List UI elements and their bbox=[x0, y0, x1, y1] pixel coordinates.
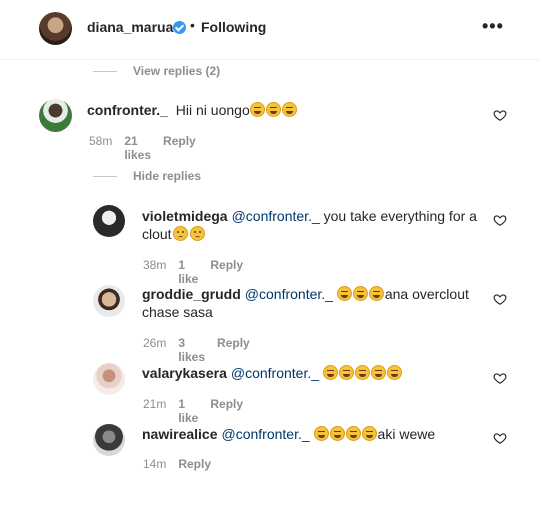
reply-text: nawirealice @confronter._ aki wewe bbox=[142, 425, 487, 443]
mention-link[interactable]: @confronter._ bbox=[232, 208, 320, 224]
avatar[interactable] bbox=[93, 285, 125, 317]
more-options-icon[interactable]: ••• bbox=[482, 16, 504, 37]
reply-time[interactable]: 21m bbox=[143, 397, 166, 425]
laughing-emoji-icon bbox=[346, 426, 362, 441]
view-replies-label: View replies (2) bbox=[133, 64, 221, 78]
reply-likes[interactable]: 1 like bbox=[178, 397, 198, 425]
reply-likes[interactable]: 3 likes bbox=[178, 336, 205, 364]
heart-icon[interactable] bbox=[493, 213, 507, 227]
reply-likes[interactable]: 1 like bbox=[178, 258, 198, 286]
laughing-emoji-icon bbox=[337, 286, 353, 301]
hide-replies-button[interactable]: Hide replies bbox=[93, 169, 201, 183]
mention-link[interactable]: @confronter._ bbox=[231, 365, 319, 381]
avatar[interactable] bbox=[93, 424, 125, 456]
view-replies-button[interactable]: View replies (2) bbox=[93, 64, 220, 78]
verified-badge-icon bbox=[173, 21, 186, 34]
reply-body: aki wewe bbox=[377, 426, 436, 442]
comment-username[interactable]: confronter._ bbox=[87, 102, 168, 118]
mention-link[interactable]: @confronter._ bbox=[245, 286, 333, 302]
heart-icon[interactable] bbox=[493, 292, 507, 306]
divider-line bbox=[93, 70, 117, 72]
heart-icon[interactable] bbox=[493, 431, 507, 445]
laughing-emoji-icon bbox=[369, 286, 385, 301]
reply-text: groddie_grudd @confronter._ ana overclout… bbox=[142, 285, 487, 321]
laughing-emoji-icon bbox=[355, 365, 371, 380]
laughing-emoji-icon bbox=[250, 102, 266, 117]
avatar[interactable] bbox=[93, 363, 125, 395]
laughing-emoji-icon bbox=[371, 365, 387, 380]
reply-text: violetmidega @confronter._ you take every… bbox=[142, 207, 482, 243]
reply-username[interactable]: violetmidega bbox=[142, 208, 228, 224]
reply-meta: 38m 1 like Reply bbox=[143, 258, 243, 286]
reply-text: valarykasera @confronter._ bbox=[142, 364, 487, 382]
laughing-emoji-icon bbox=[339, 365, 355, 380]
reply-button[interactable]: Reply bbox=[163, 134, 196, 162]
following-button[interactable]: Following bbox=[201, 19, 266, 35]
comment-body: Hii ni uongo bbox=[175, 102, 250, 118]
comment-text: confronter._ Hii ni uongo bbox=[87, 101, 467, 119]
reply-username[interactable]: nawirealice bbox=[142, 426, 218, 442]
avatar[interactable] bbox=[39, 99, 72, 132]
reply-meta: 14m Reply bbox=[143, 457, 211, 471]
header-username[interactable]: diana_marua bbox=[87, 19, 173, 35]
laughing-emoji-icon bbox=[282, 102, 298, 117]
sad-emoji-icon bbox=[172, 226, 188, 241]
post-header: diana_marua • Following ••• bbox=[0, 0, 540, 60]
reply-time[interactable]: 26m bbox=[143, 336, 166, 364]
laughing-emoji-icon bbox=[266, 102, 282, 117]
comment-meta: 58m 21 likes Reply bbox=[89, 134, 196, 162]
laughing-emoji-icon bbox=[362, 426, 378, 441]
reply-time[interactable]: 38m bbox=[143, 258, 166, 286]
reply-username[interactable]: groddie_grudd bbox=[142, 286, 241, 302]
laughing-emoji-icon bbox=[387, 365, 403, 380]
reply-button[interactable]: Reply bbox=[178, 457, 211, 471]
heart-icon[interactable] bbox=[493, 371, 507, 385]
reply-button[interactable]: Reply bbox=[210, 258, 243, 286]
mention-link[interactable]: @confronter._ bbox=[222, 426, 310, 442]
reply-body: ana overclout bbox=[384, 286, 469, 302]
reply-body-line2: clout bbox=[142, 226, 172, 242]
laughing-emoji-icon bbox=[323, 365, 339, 380]
reply-username[interactable]: valarykasera bbox=[142, 365, 227, 381]
laughing-emoji-icon bbox=[330, 426, 346, 441]
separator-dot: • bbox=[190, 17, 195, 33]
reply-meta: 21m 1 like Reply bbox=[143, 397, 243, 425]
comment-time[interactable]: 58m bbox=[89, 134, 112, 162]
avatar[interactable] bbox=[93, 205, 125, 237]
reply-meta: 26m 3 likes Reply bbox=[143, 336, 250, 364]
sad-emoji-icon bbox=[189, 226, 205, 241]
hide-replies-label: Hide replies bbox=[133, 169, 202, 183]
comment-likes[interactable]: 21 likes bbox=[124, 134, 151, 162]
reply-time[interactable]: 14m bbox=[143, 457, 166, 471]
laughing-emoji-icon bbox=[353, 286, 369, 301]
reply-button[interactable]: Reply bbox=[210, 397, 243, 425]
reply-button[interactable]: Reply bbox=[217, 336, 250, 364]
reply-body: you take everything for a bbox=[319, 208, 477, 224]
heart-icon[interactable] bbox=[493, 108, 507, 122]
reply-body-line2: chase sasa bbox=[142, 304, 213, 320]
avatar[interactable] bbox=[39, 12, 72, 45]
laughing-emoji-icon bbox=[314, 426, 330, 441]
divider-line bbox=[93, 175, 117, 177]
